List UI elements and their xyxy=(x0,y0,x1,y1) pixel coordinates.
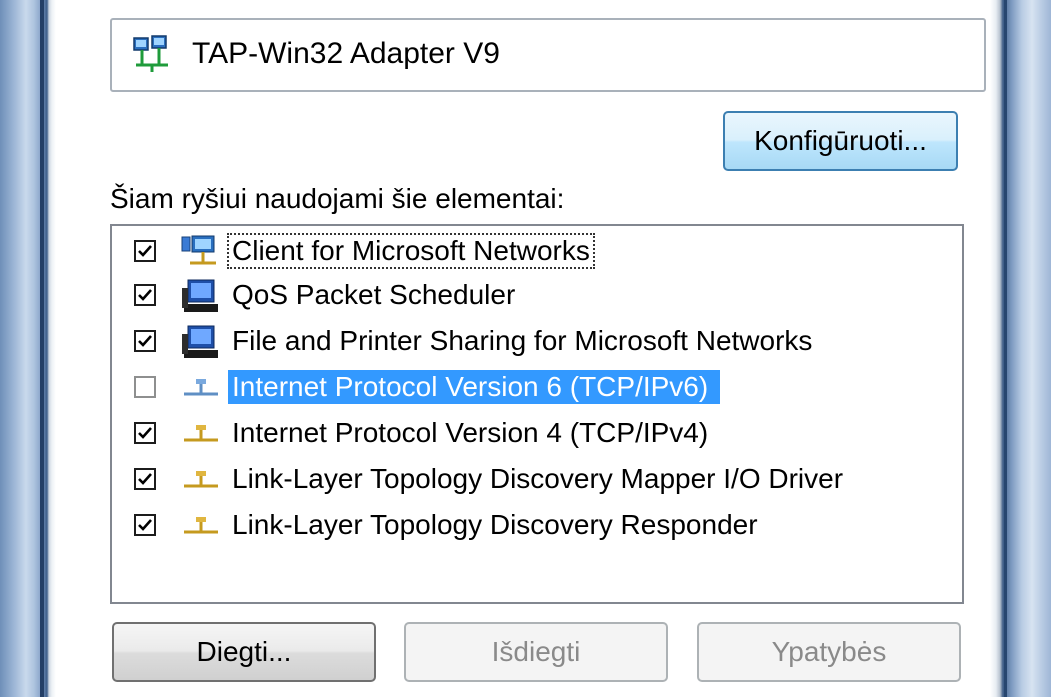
list-item-label: Internet Protocol Version 6 (TCP/IPv6) xyxy=(228,370,721,404)
properties-button[interactable]: Ypatybės xyxy=(697,622,961,682)
checkmark-icon xyxy=(138,473,152,485)
list-item-client-for-microsoft-networks[interactable]: Client for Microsoft Networks xyxy=(112,230,962,274)
adapter-field: TAP-Win32 Adapter V9 xyxy=(110,18,986,92)
list-item-label: File and Printer Sharing for Microsoft N… xyxy=(232,325,813,356)
window-frame-left xyxy=(0,0,56,697)
checkmark-icon xyxy=(138,335,152,347)
checkmark-icon xyxy=(138,245,152,257)
adapter-name: TAP-Win32 Adapter V9 xyxy=(192,37,500,70)
protocol-icon xyxy=(184,425,218,442)
protocol-icon xyxy=(184,517,218,534)
protocol-icon xyxy=(184,471,218,488)
list-item-label: Client for Microsoft Networks xyxy=(227,233,595,269)
network-adapter-icon xyxy=(133,35,168,72)
checkbox-ipv4[interactable] xyxy=(134,422,156,444)
uninstall-button[interactable]: Išdiegti xyxy=(404,622,668,682)
checkbox-lltd-responder[interactable] xyxy=(134,514,156,536)
window-frame-right xyxy=(990,0,1051,697)
checkbox-lltd-mapper[interactable] xyxy=(134,468,156,490)
list-item-lltd-mapper[interactable]: Link-Layer Topology Discovery Mapper I/O… xyxy=(112,458,962,502)
component-list[interactable]: Client for Microsoft Networks QoS Packet… xyxy=(110,224,964,604)
list-item-ipv4[interactable]: Internet Protocol Version 4 (TCP/IPv4) xyxy=(112,412,962,456)
checkmark-icon xyxy=(138,519,152,531)
checkmark-icon xyxy=(138,427,152,439)
checkmark-icon xyxy=(138,289,152,301)
computer-service-icon xyxy=(182,279,218,312)
client-network-icon xyxy=(181,235,216,265)
install-button[interactable]: Diegti... xyxy=(112,622,376,682)
computer-service-icon xyxy=(182,325,218,358)
list-item-file-printer-sharing[interactable]: File and Printer Sharing for Microsoft N… xyxy=(112,320,962,364)
checkbox-file-printer-sharing[interactable] xyxy=(134,330,156,352)
list-item-label: Internet Protocol Version 4 (TCP/IPv4) xyxy=(232,417,709,448)
components-label: Šiam ryšiui naudojami šie elementai: xyxy=(110,183,565,214)
protocol-icon xyxy=(184,379,218,396)
checkbox-qos-packet-scheduler[interactable] xyxy=(134,284,156,306)
checkbox-client-for-microsoft-networks[interactable] xyxy=(134,240,156,262)
configure-button[interactable]: Konfigūruoti... xyxy=(723,111,958,171)
checkbox-ipv6[interactable] xyxy=(134,376,156,398)
list-item-ipv6[interactable]: Internet Protocol Version 6 (TCP/IPv6) xyxy=(112,366,962,410)
list-item-label: Link-Layer Topology Discovery Responder xyxy=(232,509,758,540)
list-item-qos-packet-scheduler[interactable]: QoS Packet Scheduler xyxy=(112,274,962,318)
list-item-label: Link-Layer Topology Discovery Mapper I/O… xyxy=(232,463,844,494)
list-item-lltd-responder[interactable]: Link-Layer Topology Discovery Responder xyxy=(112,504,962,548)
list-item-label: QoS Packet Scheduler xyxy=(232,279,516,310)
